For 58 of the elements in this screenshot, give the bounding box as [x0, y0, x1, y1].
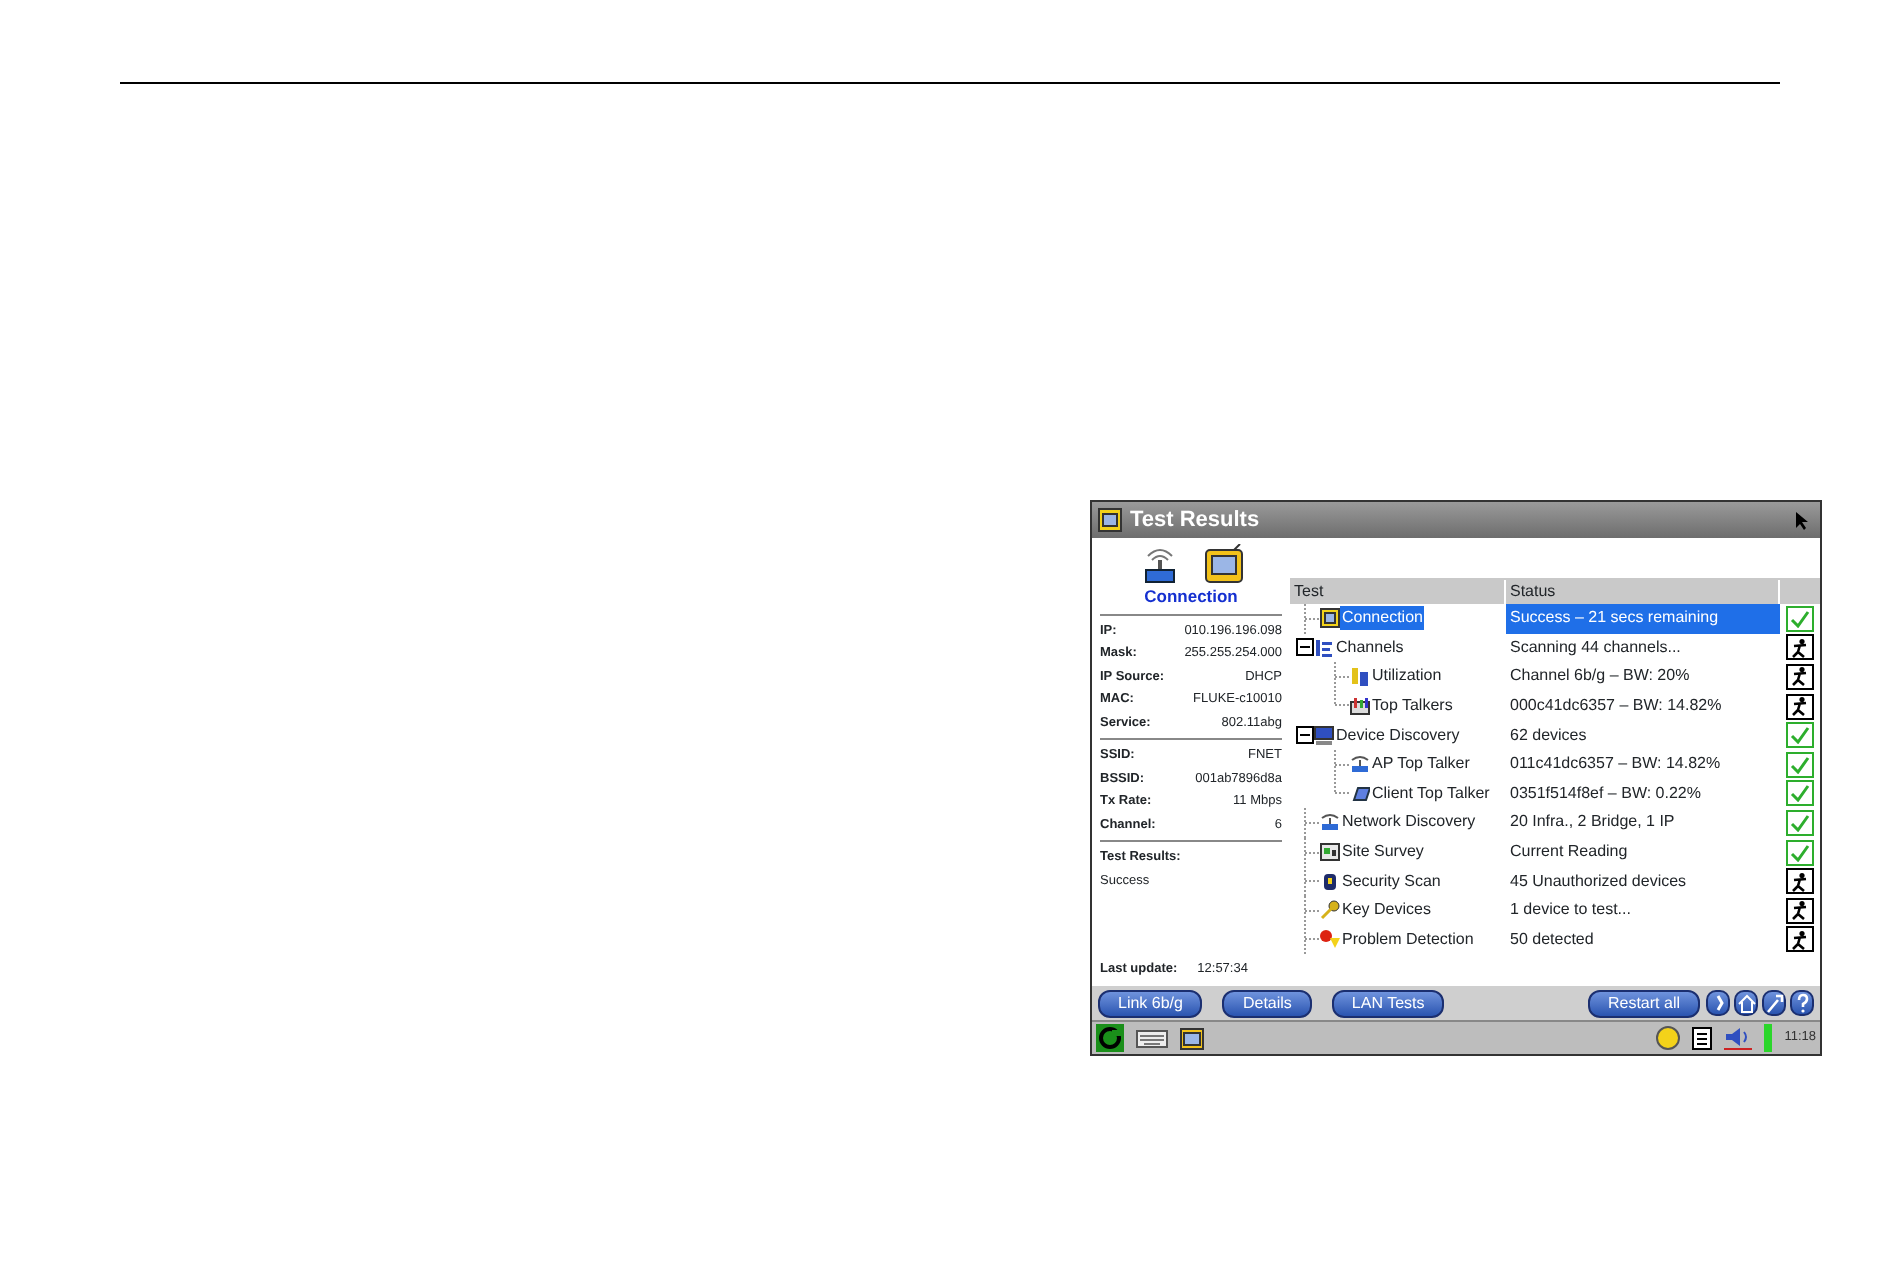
- tester-device-icon: [1203, 544, 1243, 584]
- status-text: 50 detected: [1508, 927, 1596, 952]
- tree-item[interactable]: Site Survey: [1340, 840, 1426, 865]
- tree-item[interactable]: Utilization: [1370, 664, 1444, 689]
- keyboard-icon[interactable]: [1136, 1029, 1168, 1047]
- tree-item[interactable]: Device Discovery: [1334, 723, 1462, 748]
- status-text: Success – 21 secs remaining: [1506, 604, 1780, 634]
- access-point-icon: [1139, 544, 1179, 584]
- tree-item[interactable]: Channels: [1334, 635, 1406, 660]
- tree-item[interactable]: Top Talkers: [1370, 694, 1455, 719]
- lock-icon: [1320, 871, 1340, 892]
- toolbar-button[interactable]: Restart all: [1587, 989, 1700, 1017]
- status-text: Channel 6b/g – BW: 20%: [1508, 664, 1692, 689]
- status-text: 62 devices: [1508, 723, 1589, 748]
- column-header: Test: [1290, 579, 1506, 603]
- tree-item[interactable]: Key Devices: [1340, 898, 1433, 923]
- survey-icon: [1320, 842, 1340, 863]
- cylinders-icon: [1350, 666, 1370, 687]
- tree-item[interactable]: Problem Detection: [1340, 927, 1476, 952]
- network-card-icon: [1350, 783, 1370, 804]
- help-button[interactable]: [1790, 990, 1814, 1016]
- status-text: 011c41dc6357 – BW: 14.82%: [1508, 752, 1723, 777]
- tree-item[interactable]: Client Top Talker: [1370, 781, 1492, 806]
- status-text: Current Reading: [1508, 840, 1630, 865]
- start-icon[interactable]: [1096, 1024, 1124, 1052]
- status-text: Scanning 44 channels...: [1508, 635, 1683, 660]
- status-text: 1 device to test...: [1508, 898, 1633, 923]
- status-text: 000c41dc6357 – BW: 14.82%: [1508, 694, 1724, 719]
- clipboard-icon[interactable]: [1692, 1026, 1713, 1050]
- bar-chart-icon: [1350, 696, 1370, 717]
- access-point-icon: [1350, 754, 1370, 775]
- window-icon[interactable]: [1180, 1027, 1204, 1049]
- computer-icon: [1314, 725, 1334, 746]
- monitor-icon: [1320, 608, 1340, 629]
- chevron-button[interactable]: [1706, 990, 1730, 1016]
- bulb-icon[interactable]: [1656, 1026, 1681, 1050]
- status-text: 20 Infra., 2 Bridge, 1 IP: [1508, 810, 1677, 835]
- collapse-toggle-icon[interactable]: [1296, 638, 1314, 657]
- bars-icon: [1314, 637, 1334, 658]
- collapse-toggle-icon[interactable]: [1296, 726, 1314, 745]
- tree-item[interactable]: AP Top Talker: [1370, 752, 1472, 777]
- home-icon: [1735, 992, 1757, 1014]
- speaker-icon[interactable]: [1724, 1026, 1753, 1050]
- window-title: Test Results: [1130, 505, 1260, 536]
- status-text: 45 Unauthorized devices: [1508, 869, 1689, 894]
- toolbar-button[interactable]: Link 6b/g: [1098, 989, 1203, 1017]
- key-icon: [1320, 900, 1340, 921]
- summary-title: Connection: [1142, 584, 1240, 610]
- status-text: 0351f514f8ef – BW: 0.22%: [1508, 781, 1703, 806]
- tree-item[interactable]: Connection: [1340, 606, 1425, 631]
- access-point-icon: [1320, 812, 1340, 833]
- window-icon: [1098, 508, 1122, 532]
- tree-item[interactable]: Network Discovery: [1340, 810, 1478, 835]
- toolbar-button[interactable]: LAN Tests: [1331, 989, 1445, 1017]
- home-button[interactable]: [1734, 990, 1758, 1016]
- toolbar-button[interactable]: Details: [1222, 989, 1312, 1017]
- alert-icon: [1320, 929, 1340, 950]
- tree-item[interactable]: Security Scan: [1340, 869, 1443, 894]
